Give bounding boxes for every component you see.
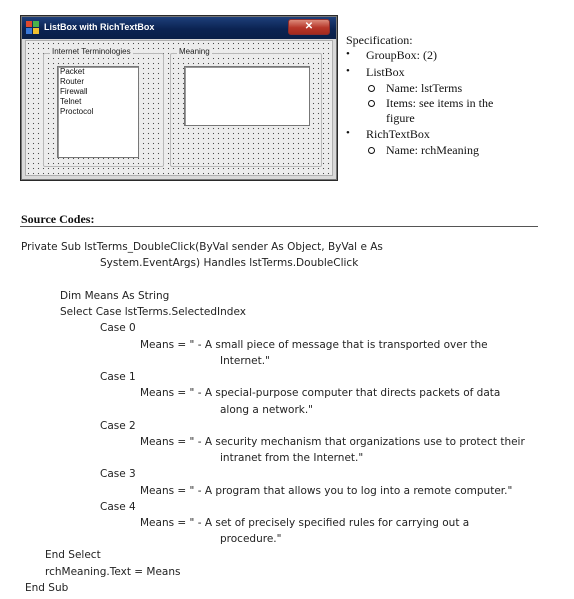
app-icon <box>26 21 39 34</box>
list-item[interactable]: Firewall <box>58 87 138 97</box>
form-window: ListBox with RichTextBox ✕ Internet Term… <box>20 15 338 181</box>
lstterms-listbox[interactable]: Packet Router Firewall Telnet Proctocol <box>57 66 139 158</box>
bullet-icon: • <box>346 65 350 77</box>
bullet-icon: • <box>346 127 350 139</box>
close-button[interactable]: ✕ <box>288 19 330 35</box>
spec-bullet: GroupBox: (2) <box>366 48 437 62</box>
code-line: intranet from the Internet." <box>220 452 364 464</box>
circle-bullet-icon <box>368 85 375 92</box>
bullet-icon: • <box>346 48 350 60</box>
code-line: Internet." <box>220 355 270 367</box>
spec-bullet: RichTextBox <box>366 127 430 141</box>
code-line: Dim Means As String <box>60 290 170 302</box>
code-line: End Sub <box>25 582 69 594</box>
code-line: Means = " - A special-purpose computer t… <box>140 387 501 399</box>
code-line: Means = " - A program that allows you to… <box>140 485 513 497</box>
form-client-area: Internet Terminologies Packet Router Fir… <box>25 40 333 176</box>
list-item[interactable]: Telnet <box>58 97 138 107</box>
code-line: procedure." <box>220 533 282 545</box>
groupbox-label: Internet Terminologies <box>50 47 133 56</box>
code-line: along a network." <box>220 404 314 416</box>
spec-sub-bullet: Name: rchMeaning <box>386 143 479 157</box>
spec-sub-bullet: Items: see items in the <box>386 96 494 110</box>
title-bar[interactable]: ListBox with RichTextBox ✕ <box>22 17 336 39</box>
code-line: Private Sub lstTerms_DoubleClick(ByVal s… <box>21 241 383 253</box>
spec-bullet: ListBox <box>366 65 405 79</box>
code-line: Case 4 <box>100 501 136 513</box>
code-line: System.EventArgs) Handles lstTerms.Doubl… <box>100 257 359 269</box>
code-line: rchMeaning.Text = Means <box>45 566 181 578</box>
groupbox-meaning: Meaning <box>170 47 322 167</box>
code-line: Case 0 <box>100 322 136 334</box>
groupbox-internet-terminologies: Internet Terminologies Packet Router Fir… <box>43 47 164 167</box>
code-line: Means = " - A set of precisely specified… <box>140 517 470 529</box>
window-title: ListBox with RichTextBox <box>44 22 155 32</box>
code-line: Case 2 <box>100 420 136 432</box>
code-line: Means = " - A security mechanism that or… <box>140 436 525 448</box>
code-line: Select Case lstTerms.SelectedIndex <box>60 306 246 318</box>
list-item[interactable]: Router <box>58 77 138 87</box>
circle-bullet-icon <box>368 147 375 154</box>
spec-title: Specification: <box>346 33 413 47</box>
list-item[interactable]: Proctocol <box>58 107 138 117</box>
list-item[interactable]: Packet <box>58 67 138 77</box>
code-line: Means = " - A small piece of message tha… <box>140 339 488 351</box>
section-divider <box>20 226 538 227</box>
source-codes-heading: Source Codes: <box>21 212 95 226</box>
code-line: Case 1 <box>100 371 136 383</box>
spec-sub-bullet-continuation: figure <box>386 111 415 125</box>
rchmeaning-richtextbox[interactable] <box>184 66 310 126</box>
code-line: Case 3 <box>100 468 136 480</box>
spec-sub-bullet: Name: lstTerms <box>386 81 463 95</box>
groupbox-label: Meaning <box>177 47 212 56</box>
code-line: End Select <box>45 549 101 561</box>
circle-bullet-icon <box>368 100 375 107</box>
